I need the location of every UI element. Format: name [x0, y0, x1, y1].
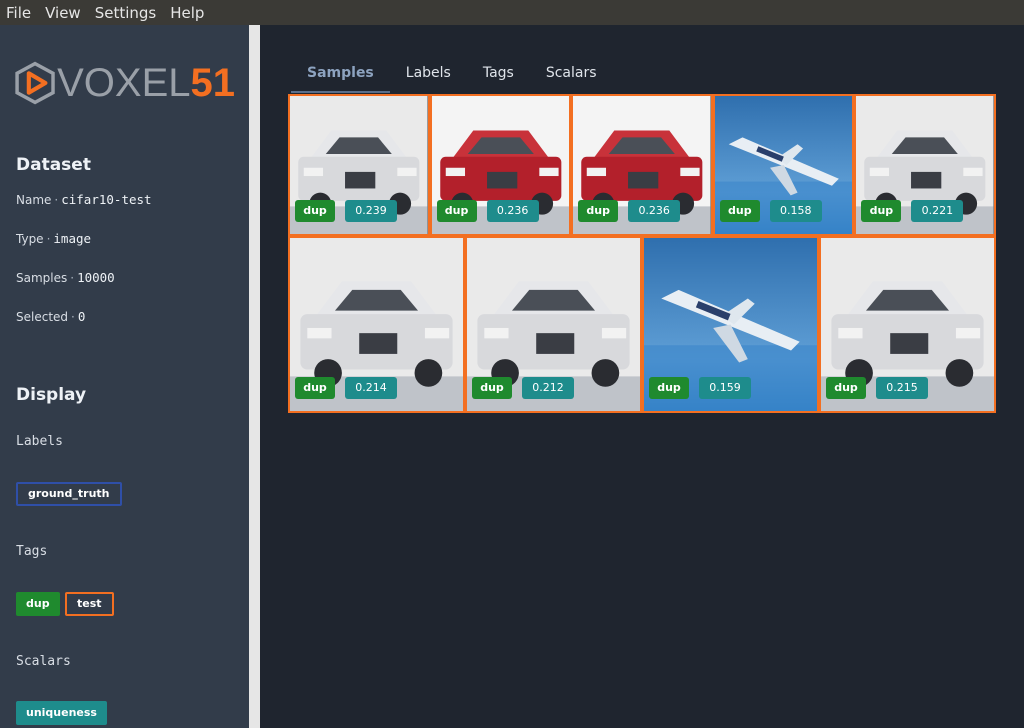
tab-samples[interactable]: Samples: [291, 57, 390, 93]
sample-score-badge: 0.159: [699, 377, 751, 399]
sample-thumbnail[interactable]: dup 0.212: [465, 236, 642, 413]
display-title: Display: [16, 385, 87, 405]
dataset-selected-row: Selected · 0: [16, 309, 86, 324]
tag-chip-dup[interactable]: dup: [16, 592, 60, 616]
tab-labels[interactable]: Labels: [390, 57, 467, 93]
scalars-title: Scalars: [16, 654, 71, 669]
sample-thumbnail[interactable]: dup 0.221: [854, 94, 996, 236]
menu-file[interactable]: File: [0, 4, 37, 22]
sample-thumbnail[interactable]: dup 0.236: [571, 94, 713, 236]
dataset-name-value: cifar10-test: [61, 192, 152, 207]
sample-score-badge: 0.221: [911, 200, 964, 222]
dataset-type-value: image: [53, 231, 92, 246]
tab-tags[interactable]: Tags: [467, 57, 530, 93]
sample-score-badge: 0.239: [345, 200, 397, 222]
tags-title: Tags: [16, 544, 48, 559]
view-tabs: Samples Labels Tags Scalars: [291, 57, 613, 93]
dataset-samples-value: 10000: [77, 270, 115, 285]
logo-text-voxel: VOXEL: [57, 61, 191, 105]
sample-tag-badge: dup: [826, 377, 866, 399]
label-chip-ground-truth[interactable]: ground_truth: [16, 482, 122, 506]
dataset-type-row: Type · image: [16, 231, 92, 246]
sample-tag-badge: dup: [436, 200, 477, 222]
sample-score-badge: 0.236: [628, 200, 681, 222]
sample-tag-badge: dup: [719, 200, 760, 222]
dataset-type-label: Type: [16, 232, 44, 246]
sample-tag-badge: dup: [861, 200, 902, 222]
menu-view[interactable]: View: [39, 4, 87, 22]
tab-scalars[interactable]: Scalars: [530, 57, 613, 93]
menu-help[interactable]: Help: [164, 4, 210, 22]
sidebar: VOXEL51 Dataset Name · cifar10-test Type · i…: [0, 25, 249, 728]
sample-score-badge: 0.215: [876, 377, 928, 399]
sample-thumbnail[interactable]: dup 0.158: [712, 94, 855, 236]
sample-tag-badge: dup: [472, 377, 512, 399]
sample-tag-badge: dup: [649, 377, 689, 399]
sample-thumbnail[interactable]: dup 0.215: [819, 236, 996, 413]
dataset-samples-label: Samples: [16, 271, 68, 285]
samples-grid: dup 0.239 dup 0.236 dup 0.236 dup 0.158 dup 0.221…: [288, 94, 996, 414]
sample-thumbnail[interactable]: dup 0.159: [642, 236, 819, 413]
sample-tag-badge: dup: [295, 377, 335, 399]
menu-bar: File View Settings Help: [0, 0, 1024, 25]
dataset-title: Dataset: [16, 155, 91, 175]
scalar-chip-uniqueness[interactable]: uniqueness: [16, 701, 107, 725]
dataset-selected-label: Selected: [16, 310, 69, 324]
tag-chip-test[interactable]: test: [65, 592, 114, 616]
sample-tag-badge: dup: [578, 200, 619, 222]
dataset-samples-row: Samples · 10000: [16, 270, 115, 285]
dataset-name-row: Name · cifar10-test: [16, 192, 152, 207]
voxel51-logo-icon: [15, 61, 55, 105]
logo-text-51: 51: [190, 61, 236, 105]
sample-score-badge: 0.214: [345, 377, 397, 399]
dataset-selected-value: 0: [77, 309, 86, 324]
labels-title: Labels: [16, 434, 63, 449]
sample-score-badge: 0.236: [486, 200, 539, 222]
logo-text: VOXEL51: [57, 63, 235, 103]
menu-settings[interactable]: Settings: [89, 4, 163, 22]
main-panel: Samples Labels Tags Scalars dup 0.239 dup 0…: [260, 25, 1024, 728]
sample-thumbnail[interactable]: dup 0.239: [288, 94, 430, 236]
voxel51-logo: VOXEL51: [15, 51, 235, 115]
sample-score-badge: 0.158: [769, 200, 822, 222]
sample-thumbnail[interactable]: dup 0.214: [288, 236, 465, 413]
sample-score-badge: 0.212: [522, 377, 574, 399]
sample-thumbnail[interactable]: dup 0.236: [429, 94, 572, 236]
sample-tag-badge: dup: [295, 200, 335, 222]
dataset-name-label: Name: [16, 193, 52, 207]
sidebar-divider[interactable]: [249, 25, 260, 728]
